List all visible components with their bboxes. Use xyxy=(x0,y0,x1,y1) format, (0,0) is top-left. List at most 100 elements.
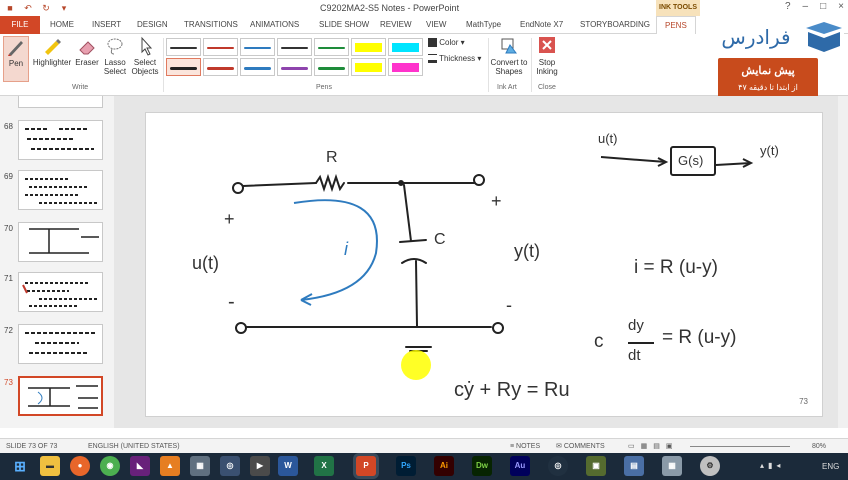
eraser-button[interactable]: Eraser xyxy=(74,36,100,67)
illustrator-icon[interactable]: Ai xyxy=(434,456,454,476)
close-icon[interactable]: × xyxy=(838,1,844,12)
photoshop-icon[interactable]: Ps xyxy=(396,456,416,476)
app-icon[interactable]: ▤ xyxy=(624,456,644,476)
pen-swatch[interactable] xyxy=(314,58,349,76)
slide-thumbnail-selected[interactable]: 73 xyxy=(0,376,118,418)
visual-studio-icon[interactable]: ◣ xyxy=(130,456,150,476)
redo-icon[interactable]: ↻ xyxy=(40,2,52,14)
color-swatch-icon xyxy=(428,38,437,48)
tab-mathtype[interactable]: MathType xyxy=(466,16,501,34)
close-x-icon xyxy=(539,37,555,53)
quick-access-toolbar: ■ ↶ ↻ ▾ xyxy=(4,2,70,14)
save-icon[interactable]: ■ xyxy=(4,2,16,14)
maximize-icon[interactable]: □ xyxy=(820,1,826,12)
powerpoint-icon[interactable]: P xyxy=(356,456,376,476)
input-arrow xyxy=(600,156,667,163)
notes-toggle[interactable]: ≡ NOTES xyxy=(510,439,540,454)
pen-swatch[interactable] xyxy=(277,38,312,56)
view-buttons[interactable]: ▭▦▤▣ xyxy=(628,439,678,454)
disc-icon[interactable]: ◎ xyxy=(548,456,568,476)
thickness-dropdown[interactable]: Thickness ▾ xyxy=(428,54,481,64)
pen-swatch[interactable] xyxy=(203,58,238,76)
equation-2-denominator: dt xyxy=(628,347,641,364)
highlighter-swatch[interactable] xyxy=(351,38,386,56)
pen-swatch[interactable] xyxy=(277,58,312,76)
audition-icon[interactable]: Au xyxy=(510,456,530,476)
start-icon[interactable]: ⊞ xyxy=(10,456,30,476)
thumbnail-ink xyxy=(22,282,97,307)
customize-icon[interactable]: ▾ xyxy=(58,2,70,14)
pen-stroke xyxy=(170,67,197,70)
tab-view[interactable]: VIEW xyxy=(426,16,446,34)
tray-icons[interactable]: ▴▮◂ xyxy=(760,461,784,470)
windows-taskbar: ⊞ ▬ ● ◉ ◣ ▲ ▦ ◎ ▶ W X P Ps Ai Dw Au ◎ ▣ … xyxy=(0,453,848,480)
label-bd-block: G(s) xyxy=(678,153,704,168)
svg-text:فرادرس: فرادرس xyxy=(721,25,790,49)
tab-endnote[interactable]: EndNote X7 xyxy=(520,16,563,34)
title-bar: ■ ↶ ↻ ▾ C9202MA2-S5 Notes - PowerPoint I… xyxy=(0,0,848,16)
calculator-app-icon[interactable]: ▦ xyxy=(662,456,682,476)
tab-transitions[interactable]: TRANSITIONS xyxy=(184,16,238,34)
help-icon[interactable]: ? xyxy=(785,1,791,12)
tab-design[interactable]: DESIGN xyxy=(137,16,168,34)
pen-swatch[interactable] xyxy=(203,38,238,56)
stop-inking-button[interactable]: Stop Inking xyxy=(533,36,561,76)
language-status[interactable]: ENGLISH (UNITED STATES) xyxy=(88,439,180,454)
pen-icon xyxy=(8,41,23,56)
slide-thumbnail[interactable]: 71 xyxy=(0,272,118,314)
highlighter-swatch[interactable] xyxy=(351,58,386,76)
pen-swatch[interactable] xyxy=(240,38,275,56)
slide-scrollbar[interactable] xyxy=(838,96,848,428)
network-icon[interactable]: ◎ xyxy=(220,456,240,476)
slide-thumbnail[interactable]: 68 xyxy=(0,120,118,162)
calculator-icon[interactable]: ▦ xyxy=(190,456,210,476)
chrome-icon[interactable]: ◉ xyxy=(100,456,120,476)
media-icon[interactable]: ▶ xyxy=(250,456,270,476)
pen-swatch[interactable] xyxy=(240,58,275,76)
terminal-bottom-left xyxy=(235,322,247,334)
color-dropdown[interactable]: Color ▾ xyxy=(428,38,465,48)
thumbnail-ink xyxy=(25,128,94,150)
pen-button[interactable]: Pen xyxy=(3,36,29,82)
tab-pens[interactable]: PENS xyxy=(656,16,696,35)
highlighter-swatch[interactable] xyxy=(388,58,423,76)
pen-swatch[interactable] xyxy=(314,38,349,56)
camtasia-icon[interactable]: ▣ xyxy=(586,456,606,476)
excel-icon[interactable]: X xyxy=(314,456,334,476)
tab-slide-show[interactable]: SLIDE SHOW xyxy=(319,16,369,34)
input-language[interactable]: ENG xyxy=(822,462,839,471)
pen-stroke xyxy=(318,67,345,70)
matlab-icon[interactable]: ▲ xyxy=(160,456,180,476)
tab-file[interactable]: FILE xyxy=(0,16,40,34)
select-objects-button[interactable]: Select Objects xyxy=(130,36,160,76)
slide-thumbnail[interactable]: 70 xyxy=(0,222,118,264)
comments-toggle[interactable]: ✉ COMMENTS xyxy=(556,439,605,454)
minimize-icon[interactable]: – xyxy=(803,1,809,12)
word-icon[interactable]: W xyxy=(278,456,298,476)
explorer-icon[interactable]: ▬ xyxy=(40,456,60,476)
pen-stroke xyxy=(244,67,271,70)
slide-thumbnail[interactable]: 72 xyxy=(0,324,118,366)
pen-stroke xyxy=(207,47,234,49)
zoom-level[interactable]: 80% xyxy=(812,439,826,454)
tab-insert[interactable]: INSERT xyxy=(92,16,121,34)
window-title: C9202MA2-S5 Notes - PowerPoint xyxy=(320,3,460,13)
convert-to-shapes-button[interactable]: Convert to Shapes xyxy=(490,36,528,76)
slide-thumbnail[interactable]: 69 xyxy=(0,170,118,212)
pen-swatch-selected[interactable] xyxy=(166,58,201,76)
label-i: i xyxy=(344,239,348,259)
pen-swatch[interactable] xyxy=(166,38,201,56)
tab-animations[interactable]: ANIMATIONS xyxy=(250,16,299,34)
utility-icon[interactable]: ⚙ xyxy=(700,456,720,476)
tab-home[interactable]: HOME xyxy=(50,16,74,34)
highlighter-button[interactable]: Highlighter xyxy=(30,36,74,67)
tab-review[interactable]: REVIEW xyxy=(380,16,412,34)
zoom-slider[interactable] xyxy=(690,446,790,447)
dreamweaver-icon[interactable]: Dw xyxy=(472,456,492,476)
undo-icon[interactable]: ↶ xyxy=(22,2,34,14)
lasso-select-button[interactable]: Lasso Select xyxy=(102,36,128,76)
tab-storyboarding[interactable]: STORYBOARDING xyxy=(580,16,650,34)
firefox-icon[interactable]: ● xyxy=(70,456,90,476)
circuit-diagram xyxy=(232,173,504,352)
highlighter-swatch[interactable] xyxy=(388,38,423,56)
